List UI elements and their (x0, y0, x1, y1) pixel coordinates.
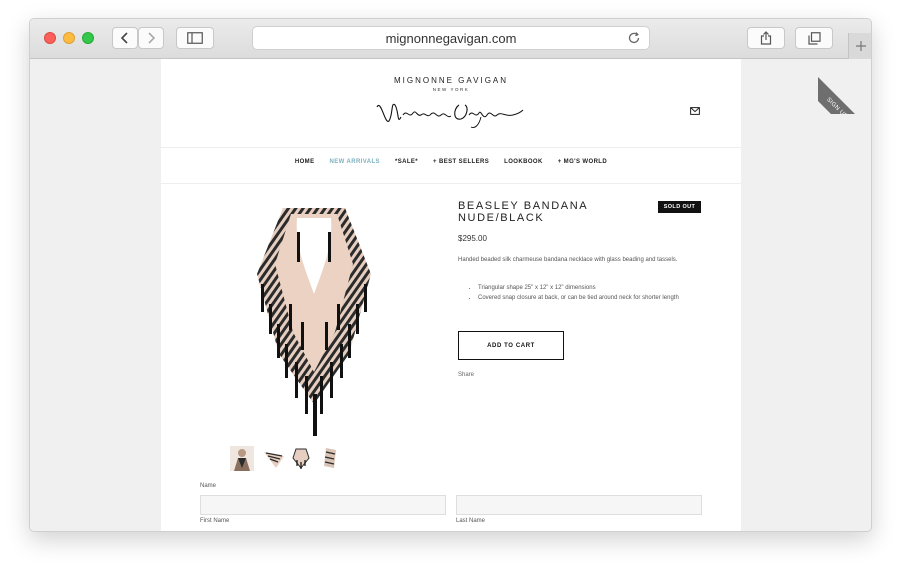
zoom-window-button[interactable] (82, 32, 94, 44)
main-nav: HOME NEW ARRIVALS *SALE* + BEST SELLERS … (161, 159, 741, 165)
brand-location: NEW YORK (432, 87, 470, 92)
share-icon (760, 31, 772, 45)
product-thumbnail-2[interactable] (262, 446, 286, 471)
tabs-overview-button[interactable] (795, 27, 833, 49)
browser-toolbar: mignonnegavigan.com (30, 19, 871, 59)
first-name-input[interactable] (200, 495, 446, 515)
address-bar[interactable]: mignonnegavigan.com (252, 26, 650, 50)
product-price: $295.00 (458, 234, 487, 243)
list-item: Triangular shape 25" x 12" x 12" dimensi… (478, 283, 700, 293)
signature-logo[interactable] (373, 95, 525, 131)
name-label: Name (200, 483, 217, 489)
sidebar-toggle-button[interactable] (176, 27, 214, 49)
tabs-icon (807, 31, 821, 45)
product-details-list: Triangular shape 25" x 12" x 12" dimensi… (470, 283, 700, 303)
nav-item-mgs-world[interactable]: + MG'S WORLD (558, 159, 607, 165)
reload-icon[interactable] (627, 31, 641, 45)
last-name-input[interactable] (456, 495, 702, 515)
minimize-window-button[interactable] (63, 32, 75, 44)
back-button[interactable] (112, 27, 138, 49)
product-image[interactable] (253, 204, 375, 440)
header-divider (161, 147, 741, 148)
product-description: Handed beaded silk charmeuse bandana nec… (458, 257, 678, 263)
mail-icon[interactable] (690, 107, 700, 115)
sidebar-icon (187, 32, 203, 44)
signup-ribbon-label[interactable]: SIGN UP! (818, 73, 871, 114)
web-viewport[interactable]: MIGNONNE GAVIGAN NEW YORK HOME NEW ARRIV… (30, 59, 871, 531)
url-text: mignonnegavigan.com (385, 30, 517, 46)
product-thumbnail-3[interactable] (289, 446, 313, 471)
product-thumbnail-1[interactable] (230, 446, 254, 471)
nav-item-new-arrivals[interactable]: NEW ARRIVALS (329, 159, 379, 165)
share-button[interactable] (747, 27, 785, 49)
add-to-cart-button[interactable]: ADD TO CART (458, 331, 564, 360)
close-window-button[interactable] (44, 32, 56, 44)
product-thumbnail-4[interactable] (318, 446, 342, 471)
nav-item-sale[interactable]: *SALE* (395, 159, 418, 165)
first-name-label: First Name (200, 518, 230, 524)
nav-item-lookbook[interactable]: LOOKBOOK (504, 159, 543, 165)
nav-divider (161, 183, 741, 184)
browser-window: mignonnegavigan.com MIGNONNE GAVIGAN NEW… (29, 18, 872, 532)
plus-icon (855, 41, 866, 51)
last-name-label: Last Name (456, 518, 486, 524)
nav-item-home[interactable]: HOME (295, 159, 315, 165)
signup-ribbon[interactable]: SIGN UP! (818, 59, 871, 114)
brand-name[interactable]: MIGNONNE GAVIGAN (161, 76, 741, 85)
list-item: Covered snap closure at back, or can be … (478, 293, 700, 303)
new-tab-button[interactable] (848, 33, 871, 59)
product-title-line-1: BEASLEY BANDANA (458, 200, 589, 212)
chevron-left-icon (120, 32, 128, 44)
product-page: MIGNONNE GAVIGAN NEW YORK HOME NEW ARRIV… (161, 59, 741, 531)
product-title: BEASLEY BANDANA NUDE/BLACK (458, 200, 658, 224)
sold-out-badge: SOLD OUT (658, 201, 701, 213)
forward-button[interactable] (138, 27, 164, 49)
product-title-line-2: NUDE/BLACK (458, 212, 545, 224)
nav-item-best-sellers[interactable]: + BEST SELLERS (433, 159, 489, 165)
share-link[interactable]: Share (458, 372, 474, 378)
chevron-right-icon (148, 32, 156, 44)
